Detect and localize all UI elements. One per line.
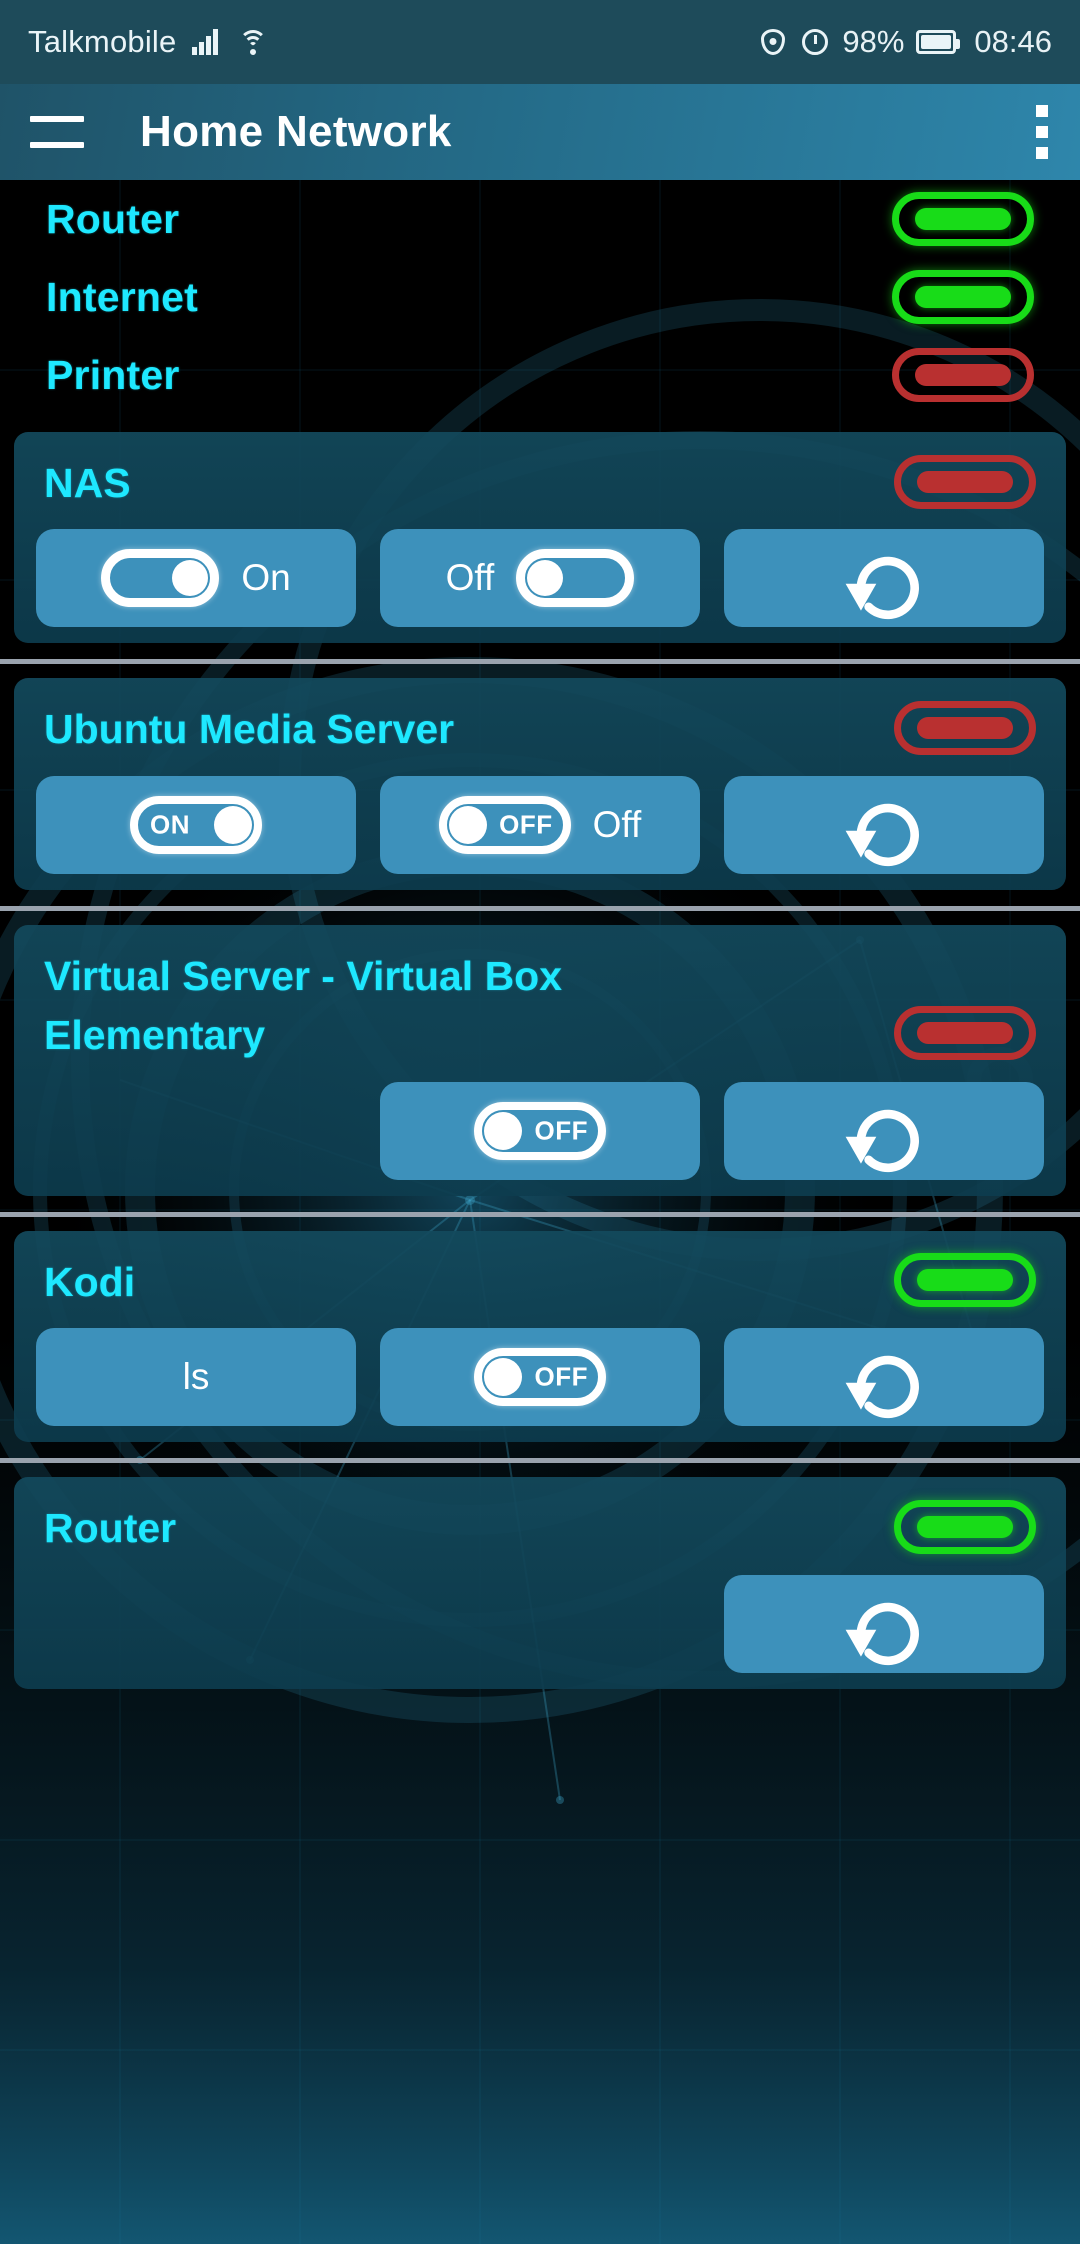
button-label: ls [182,1356,210,1398]
status-row[interactable]: Internet [46,258,1034,336]
refresh-icon [836,1083,932,1179]
refresh-icon [836,1329,932,1425]
device-card-header: Router [14,1491,1066,1562]
button-label: On [241,557,291,599]
device-card-router: Router [14,1477,1066,1689]
status-pill-offline [894,454,1036,509]
hamburger-menu-icon[interactable] [30,112,84,152]
kodi-refresh-button[interactable] [724,1328,1044,1427]
device-actions [14,1563,1066,1673]
ubuntu-off-button[interactable]: OFF Off [380,775,700,874]
nas-refresh-button[interactable] [724,529,1044,628]
status-summary-list: Router Internet Printer [0,180,1080,414]
wifi-icon [238,29,268,55]
carrier-label: Talkmobile [28,24,177,59]
device-title: NAS [44,460,131,506]
nas-on-button[interactable]: On [36,529,356,628]
kodi-off-button[interactable]: OFF [380,1328,700,1427]
phone-screen: Talkmobile 98% 08:46 Home Network Router… [0,0,1080,2244]
status-pill-offline [894,1005,1036,1060]
router-empty-slot-2 [380,1575,700,1673]
battery-percent-label: 98% [842,24,905,59]
section-divider [0,905,1080,911]
status-pill-online [894,1253,1036,1308]
alarm-clock-icon [800,27,830,57]
button-label: Off [592,803,642,845]
virtualbox-refresh-button[interactable] [724,1081,1044,1180]
status-row[interactable]: Printer [46,336,1034,414]
power-off-switch-icon: OFF [438,795,571,854]
status-pill-online [894,1499,1036,1554]
device-actions: On Off [14,517,1066,628]
device-title: Ubuntu Media Server [44,706,455,753]
power-off-switch-icon: OFF [474,1101,606,1160]
eye-icon [758,27,788,57]
device-card-nas: NAS On Off [14,432,1066,644]
nas-off-button[interactable]: Off [380,529,700,628]
section-divider [0,659,1080,665]
status-bar-right: 98% 08:46 [758,24,1052,60]
device-title: Kodi [44,1258,136,1305]
device-subtitle: Elementary [44,1012,266,1059]
power-off-switch-icon [516,549,635,608]
app-bar: Home Network [0,84,1080,180]
battery-icon [916,30,961,54]
ubuntu-refresh-button[interactable] [724,775,1044,874]
switch-state-text: OFF [534,1361,588,1392]
device-actions: OFF [14,1070,1066,1180]
status-bar-left: Talkmobile [28,24,268,60]
device-title: Router [44,1505,177,1552]
signal-bars-icon [192,29,222,55]
status-pill-online [892,192,1034,246]
refresh-icon [836,530,932,626]
section-divider [0,1211,1080,1217]
ubuntu-on-button[interactable]: ON [36,775,356,874]
device-list: Router Internet Printer NAS On Off Ubunt… [0,180,1080,2244]
power-off-switch-icon: OFF [474,1348,606,1407]
button-label: Off [445,557,495,599]
status-row-label: Printer [46,351,180,398]
switch-state-text: ON [150,809,190,840]
section-divider [0,1458,1080,1464]
device-card-header: Kodi [14,1245,1066,1316]
page-title: Home Network [140,107,452,156]
clock-label: 08:46 [974,24,1052,59]
virtualbox-off-button[interactable]: OFF [380,1081,700,1180]
status-pill-offline [894,701,1036,756]
device-card-header: NAS [14,446,1066,517]
power-on-switch-icon: ON [130,795,262,854]
device-card-kodi: Kodi ls OFF [14,1230,1066,1443]
device-actions: ls OFF [14,1316,1066,1427]
device-card-ubuntu-media-server: Ubuntu Media Server ON OFF Off [14,678,1066,890]
device-title: Virtual Server - Virtual Box [44,952,563,999]
more-options-icon[interactable] [1036,105,1050,159]
router-refresh-button[interactable] [724,1574,1044,1673]
kodi-ls-button[interactable]: ls [36,1328,356,1427]
status-pill-online [892,270,1034,324]
status-row-label: Internet [46,273,198,320]
router-empty-slot-1 [36,1575,356,1673]
switch-state-text: OFF [499,809,553,840]
status-row-label: Router [46,195,180,242]
switch-state-text: OFF [534,1115,588,1146]
refresh-icon [836,1576,932,1672]
power-on-switch-icon [101,549,220,608]
status-pill-offline [892,348,1034,402]
virtualbox-empty-slot [36,1082,356,1180]
status-bar: Talkmobile 98% 08:46 [0,0,1080,84]
refresh-icon [836,777,932,873]
device-actions: ON OFF Off [14,764,1066,874]
device-card-header: Virtual Server - Virtual Box Elementary [14,939,1066,1070]
device-card-header: Ubuntu Media Server [14,692,1066,763]
device-card-virtual-server-virtual-box: Virtual Server - Virtual Box Elementary … [14,924,1066,1196]
status-row[interactable]: Router [46,180,1034,258]
